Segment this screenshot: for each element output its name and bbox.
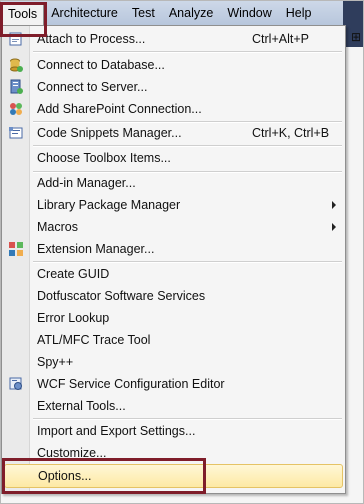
server-icon [4,76,28,98]
database-icon [4,54,28,76]
snippets-icon [4,122,28,144]
menu-item-label: External Tools... [37,399,126,413]
menu-item-atl-mfc-trace-tool[interactable]: ATL/MFC Trace Tool [4,329,343,351]
menu-item-create-guid[interactable]: Create GUID [4,263,343,285]
menu-tools[interactable]: Tools [1,2,45,26]
menu-item-error-lookup[interactable]: Error Lookup [4,307,343,329]
menu-item-connect-server[interactable]: Connect to Server... [4,76,343,98]
menu-item-label: Code Snippets Manager... [37,126,182,140]
tools-dropdown-menu: Attach to Process... Ctrl+Alt+P Connect … [1,25,346,494]
menu-item-label: Customize... [37,446,107,460]
attach-process-icon [4,28,28,50]
menu-item-label: Library Package Manager [37,198,181,212]
menu-window[interactable]: Window [220,1,278,25]
menu-test[interactable]: Test [125,1,162,25]
menu-item-label: Create GUID [37,267,110,281]
menu-item-label: Spy++ [37,355,74,369]
menu-item-external-tools[interactable]: External Tools... [4,395,343,417]
menu-item-label: ATL/MFC Trace Tool [37,333,151,347]
submenu-arrow-icon [332,201,336,209]
menu-architecture[interactable]: Architecture [44,1,125,25]
menu-item-add-in-manager[interactable]: Add-in Manager... [4,172,343,194]
menu-item-label: Add-in Manager... [37,176,136,190]
submenu-arrow-icon [332,223,336,231]
menu-item-add-sharepoint[interactable]: Add SharePoint Connection... [4,98,343,120]
pin-icon[interactable]: ⊞ [351,30,361,44]
menu-item-label: Extension Manager... [37,242,155,256]
menu-item-label: Attach to Process... [37,32,146,46]
menu-item-wcf-config-editor[interactable]: WCF Service Configuration Editor [4,373,343,395]
menu-item-label: Options... [38,469,92,483]
menu-item-code-snippets-manager[interactable]: Code Snippets Manager... Ctrl+K, Ctrl+B [4,122,343,144]
menu-item-label: Choose Toolbox Items... [37,151,171,165]
menu-item-label: Error Lookup [37,311,110,325]
menu-separator [33,51,342,53]
wcf-icon [4,373,28,395]
menu-item-spy-plus-plus[interactable]: Spy++ [4,351,343,373]
menu-item-extension-manager[interactable]: Extension Manager... [4,238,343,260]
menu-item-connect-database[interactable]: Connect to Database... [4,54,343,76]
menu-item-options[interactable]: Options... [4,464,343,488]
menu-item-label: Connect to Database... [37,58,165,72]
menu-item-label: Dotfuscator Software Services [37,289,206,303]
menu-help[interactable]: Help [279,1,319,25]
menu-item-import-export-settings[interactable]: Import and Export Settings... [4,420,343,442]
menu-item-attach-to-process[interactable]: Attach to Process... Ctrl+Alt+P [4,28,343,50]
menu-item-label: Macros [37,220,78,234]
menu-item-label: Connect to Server... [37,80,148,94]
menu-item-customize[interactable]: Customize... [4,442,343,464]
menu-item-label: WCF Service Configuration Editor [37,377,225,391]
menu-item-macros[interactable]: Macros [4,216,343,238]
menu-item-library-package-manager[interactable]: Library Package Manager [4,194,343,216]
menu-item-shortcut: Ctrl+Alt+P [252,32,309,46]
menu-item-shortcut: Ctrl+K, Ctrl+B [252,126,330,140]
menu-item-label: Import and Export Settings... [37,424,196,438]
sharepoint-icon [4,98,28,120]
menu-analyze[interactable]: Analyze [162,1,220,25]
menu-item-choose-toolbox-items[interactable]: Choose Toolbox Items... [4,147,343,169]
menu-bar: Tools Architecture Test Analyze Window H… [1,1,363,47]
menu-item-label: Add SharePoint Connection... [37,102,202,116]
extension-icon [4,238,28,260]
menu-item-dotfuscator[interactable]: Dotfuscator Software Services [4,285,343,307]
